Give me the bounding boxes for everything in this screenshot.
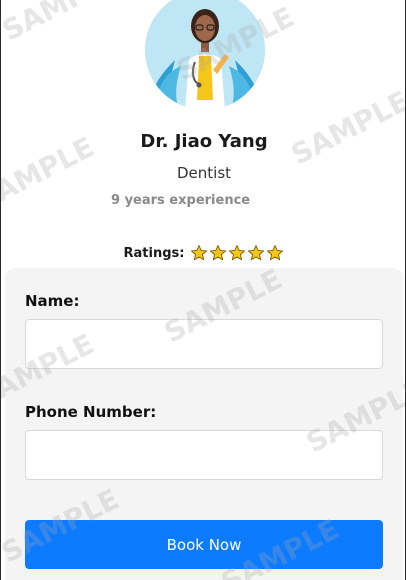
star-icon — [191, 245, 208, 261]
rating-stars — [190, 244, 284, 262]
book-now-button[interactable]: Book Now — [25, 520, 383, 569]
doctor-booking-page: Dr. Jiao Yang Dentist 9 years experience… — [0, 0, 406, 580]
star-icon — [210, 245, 227, 261]
doctor-experience: 9 years experience — [111, 193, 251, 208]
ratings-label: Ratings: — [123, 245, 185, 261]
doctor-avatar — [145, 0, 265, 110]
watermark: SAMPLE — [286, 84, 406, 172]
phone-label: Phone Number: — [25, 403, 157, 421]
doctor-name: Dr. Jiao Yang — [140, 131, 268, 152]
watermark: SAMPLE — [0, 0, 126, 48]
star-icon — [267, 245, 284, 261]
star-icon — [229, 245, 246, 261]
doctor-illustration — [145, 0, 265, 110]
phone-input[interactable] — [25, 430, 383, 480]
name-input[interactable] — [25, 319, 383, 369]
doctor-specialty: Dentist — [176, 164, 232, 182]
star-icon — [248, 245, 265, 261]
ratings-row: Ratings: — [1, 244, 405, 262]
name-label: Name: — [25, 292, 80, 310]
